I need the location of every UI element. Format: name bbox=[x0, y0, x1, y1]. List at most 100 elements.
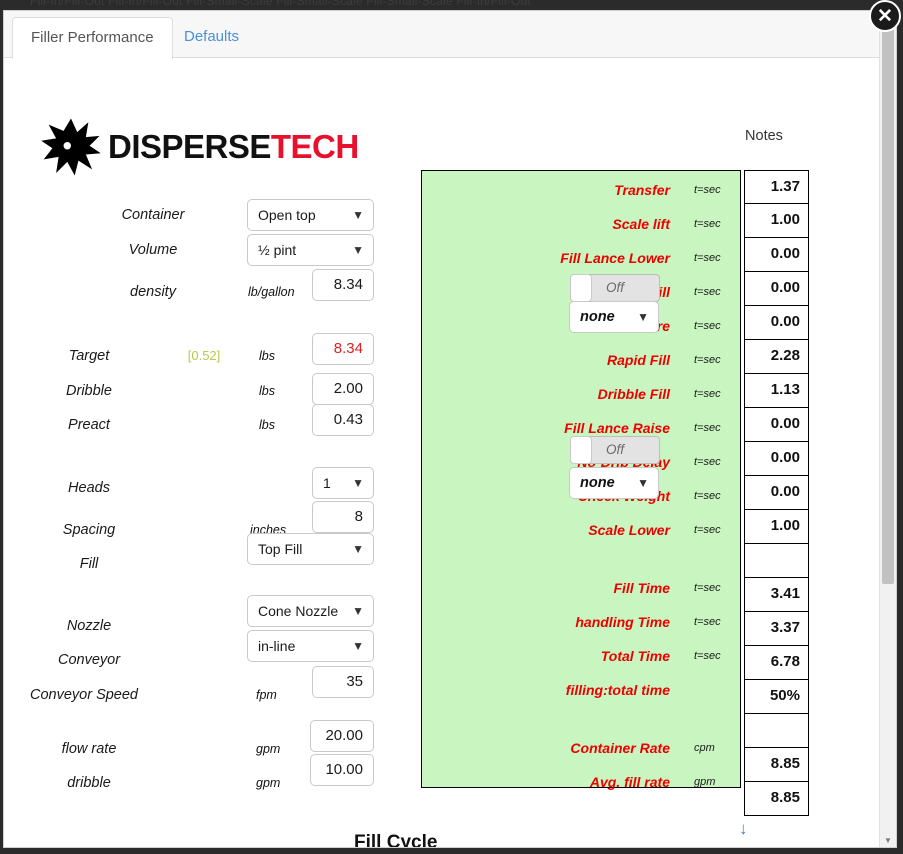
select-volume[interactable]: ½ pint ▼ bbox=[247, 234, 374, 266]
cycle-label-transfer: Transfer bbox=[614, 182, 670, 198]
toggle-knob-icon bbox=[570, 274, 592, 302]
toggle-delay-to-fill-label: Off bbox=[605, 280, 624, 295]
scrollbar-thumb[interactable] bbox=[882, 29, 894, 584]
label-fill: Fill bbox=[79, 556, 99, 572]
cycle-label-dribble-fill: Dribble Fill bbox=[597, 386, 670, 402]
unit-conveyor-speed: fpm bbox=[256, 688, 277, 702]
cycle-value-delay-to-fill: 0.00 bbox=[744, 272, 809, 306]
cycle-label-avg-fill-rate: Avg. fill rate bbox=[589, 774, 670, 790]
cycle-unit-tare: t=sec bbox=[694, 320, 721, 332]
select-check-weight-value: none bbox=[580, 475, 615, 491]
cycle-value-fill-lance-lower: 0.00 bbox=[744, 238, 809, 272]
cycle-row-total-time: Total Time t=sec bbox=[422, 639, 742, 673]
parameters-form: Container Open top ▼ Volume ½ pint ▼ den… bbox=[4, 58, 414, 847]
select-tare-value: none bbox=[580, 309, 615, 325]
unit-density: lb/gallon bbox=[248, 285, 295, 299]
select-heads-value: 1 bbox=[323, 475, 331, 491]
form-row-target: Target [0.52] lbs 8.34 bbox=[4, 333, 414, 373]
cycle-row-fill-lance-lower: Fill Lance Lower t=sec bbox=[422, 241, 742, 275]
cycle-unit-avg-fill-rate: gpm bbox=[694, 776, 716, 788]
cycle-label-scale-lower: Scale Lower bbox=[588, 522, 670, 538]
cycle-value-dribble-fill: 1.13 bbox=[744, 374, 809, 408]
form-row-dribble-weight: Dribble lbs 2.00 bbox=[4, 373, 414, 408]
cycle-value-no-drip-delay: 0.00 bbox=[744, 442, 809, 476]
cycle-row-container-rate: Container Rate cpm bbox=[422, 731, 742, 765]
cycle-value-fill-time: 3.41 bbox=[744, 578, 809, 612]
form-row-fill: Fill Top Fill ▼ bbox=[4, 533, 414, 581]
select-tare[interactable]: none ▼ bbox=[569, 301, 659, 333]
input-spacing[interactable]: 8 bbox=[312, 501, 374, 533]
chevron-down-icon: ▼ bbox=[352, 639, 364, 653]
input-target[interactable]: 8.34 bbox=[312, 333, 374, 365]
toggle-knob-icon bbox=[570, 436, 592, 464]
scroll-down-arrow-icon[interactable]: ▼ bbox=[880, 833, 896, 847]
notes-column-header: Notes bbox=[745, 128, 783, 144]
select-check-weight[interactable]: none ▼ bbox=[569, 467, 659, 499]
close-button[interactable]: ✕ bbox=[869, 0, 901, 32]
toggle-delay-to-fill[interactable]: Off bbox=[570, 274, 660, 302]
form-row-heads: Heads 1 ▼ bbox=[4, 467, 414, 505]
cycle-row-fill-time: Fill Time t=sec bbox=[422, 571, 742, 605]
unit-preact: lbs bbox=[259, 418, 275, 432]
chevron-down-icon: ▼ bbox=[352, 208, 364, 222]
cycle-unit-check-weight: t=sec bbox=[694, 490, 721, 502]
label-nozzle: Nozzle bbox=[66, 618, 112, 634]
cycle-value-avg-fill-rate: 8.85 bbox=[744, 782, 809, 816]
cycle-label-fill-lance-lower: Fill Lance Lower bbox=[560, 250, 670, 266]
cycle-value-fill-lance-raise: 0.00 bbox=[744, 408, 809, 442]
cycle-value-transfer: 1.37 bbox=[744, 170, 809, 204]
tab-bar: Filler Performance Defaults bbox=[4, 11, 896, 59]
cycle-unit-delay-to-fill: t=sec bbox=[694, 286, 721, 298]
cycle-row-dribble-fill: Dribble Fill t=sec bbox=[422, 377, 742, 411]
cycle-row-transfer: Transfer t=sec bbox=[422, 173, 742, 207]
fill-cycle-chart-title: Fill Cycle bbox=[354, 832, 438, 848]
input-conveyor-speed[interactable]: 35 bbox=[312, 666, 374, 698]
label-dribble-rate: dribble bbox=[67, 775, 111, 791]
vertical-scrollbar[interactable]: ▲ ▼ bbox=[879, 11, 896, 847]
tab-filler-performance[interactable]: Filler Performance bbox=[12, 17, 173, 59]
select-nozzle[interactable]: Cone Nozzle ▼ bbox=[247, 595, 374, 627]
cycle-unit-dribble-fill: t=sec bbox=[694, 388, 721, 400]
select-heads[interactable]: 1 ▼ bbox=[312, 467, 374, 499]
cycle-unit-rapid-fill: t=sec bbox=[694, 354, 721, 366]
select-fill[interactable]: Top Fill ▼ bbox=[247, 533, 374, 565]
form-row-dribble-rate: dribble gpm 10.00 bbox=[4, 754, 414, 800]
select-conveyor[interactable]: in-line ▼ bbox=[247, 630, 374, 662]
input-dribble-rate[interactable]: 10.00 bbox=[310, 754, 374, 786]
label-preact: Preact bbox=[68, 417, 110, 433]
cycle-row-handling-time: handling Time t=sec bbox=[422, 605, 742, 639]
input-dribble-weight[interactable]: 2.00 bbox=[312, 373, 374, 405]
cycle-label-scale-lift: Scale lift bbox=[612, 216, 670, 232]
cycle-row-scale-lower: Scale Lower t=sec bbox=[422, 513, 742, 547]
chevron-down-icon: ▼ bbox=[352, 542, 364, 556]
modal-content: DISPERSETECH Notes Container Open top ▼ … bbox=[4, 58, 896, 848]
cycle-unit-no-drip-delay: t=sec bbox=[694, 456, 721, 468]
label-container: Container bbox=[121, 207, 185, 223]
cycle-row-avg-fill-rate: Avg. fill rate gpm bbox=[422, 765, 742, 799]
cycle-value-tare: 0.00 bbox=[744, 306, 809, 340]
background-page-text: Fill-In/Fill-Out Fill-In/Fill-Out Fill-S… bbox=[30, 0, 531, 8]
chevron-down-icon: ▼ bbox=[352, 604, 364, 618]
cycle-unit-fill-lance-lower: t=sec bbox=[694, 252, 721, 264]
label-volume: Volume bbox=[128, 242, 178, 258]
input-preact[interactable]: 0.43 bbox=[312, 404, 374, 436]
form-row-preact: Preact lbs 0.43 bbox=[4, 404, 414, 442]
input-density[interactable]: 8.34 bbox=[312, 269, 374, 301]
filler-performance-modal: Filler Performance Defaults DISPERSETECH… bbox=[3, 10, 897, 848]
down-arrow-icon: ↓ bbox=[739, 819, 748, 838]
label-spacing: Spacing bbox=[62, 522, 116, 538]
select-fill-value: Top Fill bbox=[258, 541, 303, 557]
cycle-unit-handling-time: t=sec bbox=[694, 616, 721, 628]
select-container[interactable]: Open top ▼ bbox=[247, 199, 374, 231]
label-flow-rate: flow rate bbox=[61, 741, 117, 757]
input-flow-rate[interactable]: 20.00 bbox=[310, 720, 374, 752]
select-conveyor-value: in-line bbox=[258, 638, 296, 654]
label-target: Target bbox=[68, 348, 110, 364]
select-container-value: Open top bbox=[258, 207, 316, 223]
cycle-row-scale-lift: Scale lift t=sec bbox=[422, 207, 742, 241]
cycle-value-spacer-2 bbox=[744, 714, 809, 748]
cycle-label-fill-time: Fill Time bbox=[613, 580, 670, 596]
tab-defaults[interactable]: Defaults bbox=[166, 17, 257, 59]
toggle-no-drip-delay[interactable]: Off bbox=[570, 436, 660, 464]
cycle-label-filling-ratio: filling:total time bbox=[565, 682, 670, 698]
